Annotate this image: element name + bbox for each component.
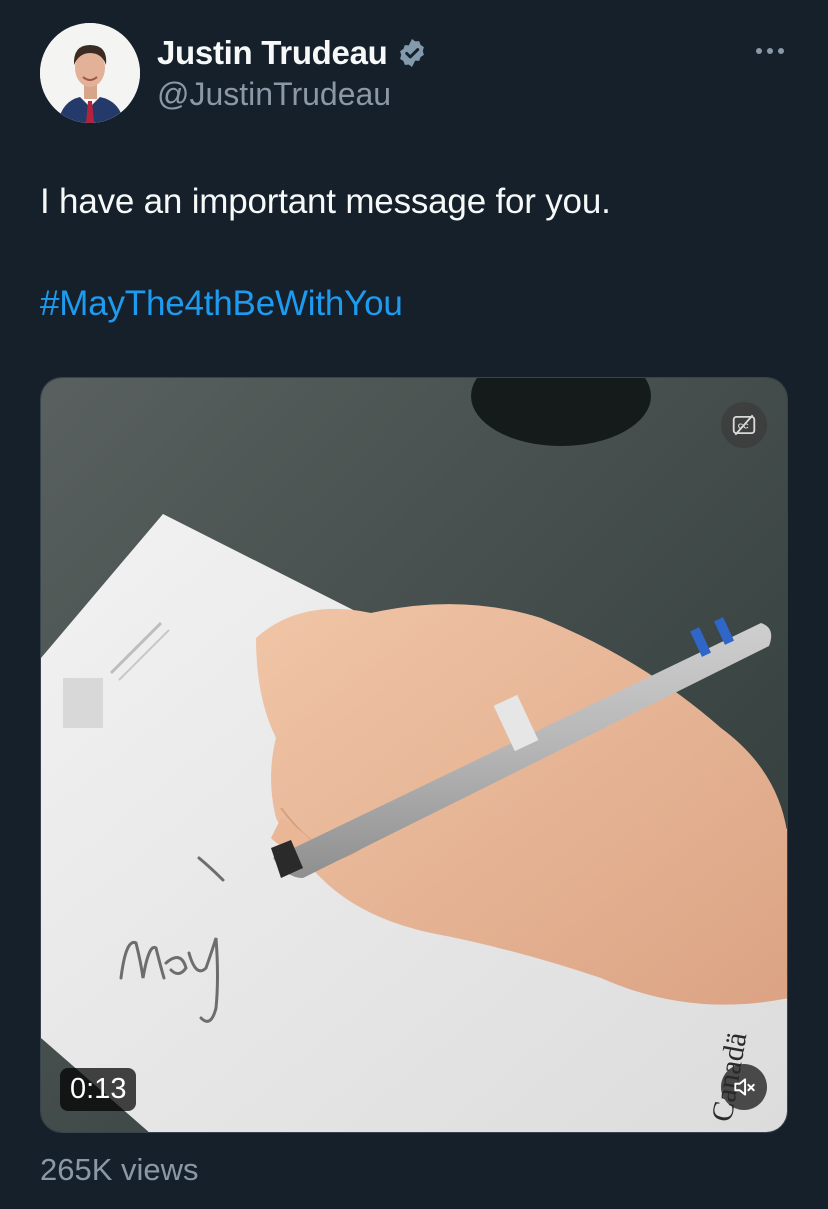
tweet-text: I have an important message for you. (40, 182, 611, 221)
sound-muted-icon[interactable] (721, 1064, 767, 1110)
verified-badge-icon[interactable] (396, 37, 428, 69)
captions-off-icon[interactable]: CC (721, 402, 767, 448)
more-dot (756, 48, 762, 54)
author-avatar[interactable] (40, 23, 140, 123)
more-dot (778, 48, 784, 54)
video-player[interactable]: Canadä CC 0:13 (40, 377, 788, 1133)
view-count: 265K views (40, 1152, 199, 1187)
tweet-detail: Justin Trudeau @JustinTrudeau I have an … (0, 0, 828, 1209)
author-handle[interactable]: @JustinTrudeau (157, 76, 391, 113)
video-duration: 0:13 (60, 1068, 137, 1111)
hashtag-link[interactable]: #MayThe4thBeWithYou (40, 284, 403, 324)
more-dot (767, 48, 773, 54)
video-frame: Canadä (41, 378, 787, 1132)
author-name-text[interactable]: Justin Trudeau (157, 34, 388, 72)
author-display-name[interactable]: Justin Trudeau (157, 34, 428, 72)
more-options-icon[interactable] (748, 36, 792, 66)
